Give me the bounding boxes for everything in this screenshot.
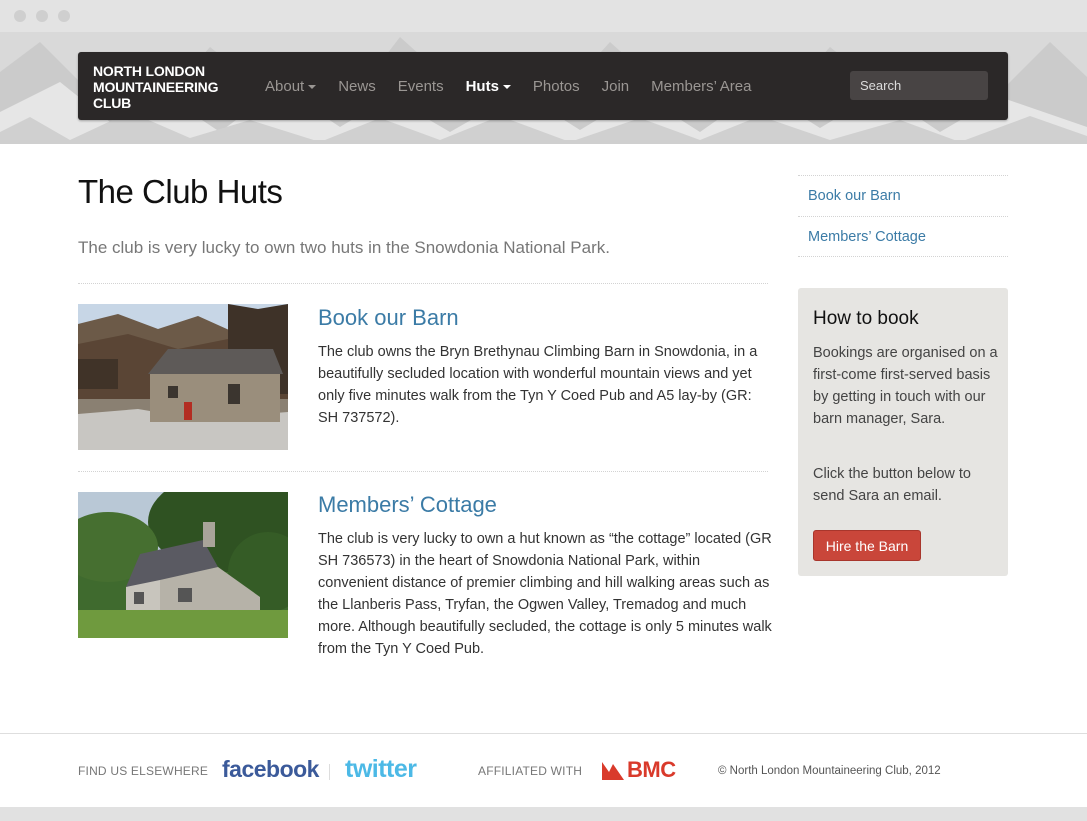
copyright-text: © North London Mountaineering Club, 2012 — [718, 765, 941, 777]
nav-label-huts: Huts — [465, 77, 499, 95]
affiliated-label: AFFILIATED WITH — [478, 764, 583, 778]
nav-item-huts[interactable]: Huts — [455, 78, 522, 95]
barn-description: The club owns the Bryn Brethynau Climbin… — [318, 344, 758, 426]
nav-label-photos: Photos — [532, 77, 580, 95]
chevron-down-icon — [502, 84, 511, 89]
how-to-book-title: How to book — [813, 308, 919, 329]
twitter-logo-link[interactable]: twitter — [345, 755, 417, 784]
nav-item-news[interactable]: News — [327, 78, 387, 95]
how-to-book-box: How to book Bookings are organised on a … — [798, 288, 1008, 576]
barn-photo[interactable] — [78, 304, 288, 450]
hire-the-barn-button[interactable]: Hire the Barn — [813, 530, 921, 561]
nav-label-join: Join — [601, 77, 630, 95]
chevron-down-icon — [308, 84, 317, 89]
find-us-label: FIND US ELSEWHERE — [78, 764, 209, 778]
nav-label-events: Events — [397, 77, 444, 95]
nav-menu: About News Events Huts Photos Join Membe… — [254, 52, 762, 120]
window-close-dot[interactable] — [14, 10, 26, 22]
sidebar-item-members-cottage[interactable]: Members’ Cottage — [798, 216, 1008, 257]
divider — [78, 471, 768, 472]
bmc-mountain-icon — [602, 762, 624, 780]
footer-separator — [329, 764, 330, 780]
nav-item-events[interactable]: Events — [387, 78, 455, 95]
navbar: NORTH LONDON MOUNTAINEERING CLUB About N… — [78, 52, 1008, 120]
cottage-description: The club is very lucky to own a hut know… — [318, 531, 772, 657]
nav-item-join[interactable]: Join — [591, 78, 641, 95]
page-lead: The club is very lucky to own two huts i… — [78, 238, 610, 257]
cottage-title-link[interactable]: Members’ Cottage — [318, 492, 497, 518]
nav-item-about[interactable]: About — [254, 78, 327, 95]
header-band-shadow — [0, 140, 1087, 144]
page: NORTH LONDON MOUNTAINEERING CLUB About N… — [0, 32, 1087, 807]
bmc-logo-text: BMC — [627, 757, 676, 782]
nav-item-photos[interactable]: Photos — [522, 78, 591, 95]
facebook-logo-link[interactable]: facebook — [222, 756, 319, 783]
page-title: The Club Huts — [78, 173, 283, 210]
footer: FIND US ELSEWHERE facebook twitter AFFIL… — [0, 733, 1087, 807]
browser-bottom-bar — [0, 807, 1087, 821]
search-input[interactable] — [850, 71, 988, 100]
nav-item-members-area[interactable]: Members’ Area — [640, 78, 762, 95]
brand-logo[interactable]: NORTH LONDON MOUNTAINEERING CLUB — [93, 63, 233, 111]
cottage-photo[interactable] — [78, 492, 288, 638]
barn-title-link[interactable]: Book our Barn — [318, 305, 459, 331]
nav-label-about: About — [265, 77, 305, 95]
booking-info-text: Bookings are organised on a first-come f… — [813, 345, 998, 427]
header-band: NORTH LONDON MOUNTAINEERING CLUB About N… — [0, 32, 1087, 144]
divider — [78, 283, 768, 284]
window-maximize-dot[interactable] — [58, 10, 70, 22]
browser-chrome — [0, 0, 1087, 32]
nav-label-news: News — [338, 77, 376, 95]
window-minimize-dot[interactable] — [36, 10, 48, 22]
sidebar-item-book-our-barn[interactable]: Book our Barn — [798, 175, 1008, 216]
booking-instruction-text: Click the button below to send Sara an e… — [813, 466, 971, 504]
bmc-logo-link[interactable]: BMC — [602, 757, 676, 782]
sidebar-nav: Book our Barn Members’ Cottage — [798, 175, 1008, 257]
nav-label-members-area: Members’ Area — [651, 77, 752, 95]
